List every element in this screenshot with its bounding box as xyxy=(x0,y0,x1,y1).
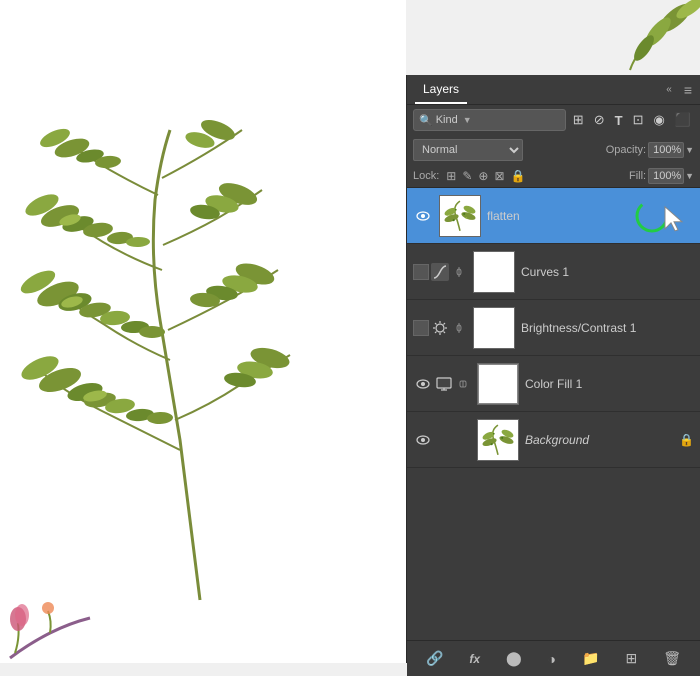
layer-adj-icon-brightness1 xyxy=(429,317,451,339)
filter-icon-text[interactable]: T xyxy=(612,111,626,130)
layer-item-colorfill1[interactable]: Color Fill 1 xyxy=(407,356,700,412)
blend-mode-select[interactable]: Normal xyxy=(413,139,523,161)
layers-panel: Layers « ≡ 🔍 Kind ▼ ⊞ ⊘ T ⊡ ◉ ⬛ Normal O… xyxy=(406,75,700,663)
lock-icon-paint[interactable]: ✎ xyxy=(461,168,473,184)
layer-adj-icon-curves1 xyxy=(429,261,451,283)
filter-dropdown-arrow: ▼ xyxy=(463,115,472,125)
layer-name-brightness1: Brightness/Contrast 1 xyxy=(521,321,694,335)
layer-checkbox-brightness1[interactable] xyxy=(413,320,429,336)
bottom-icon-mask[interactable]: ⬤ xyxy=(501,646,527,671)
layer-lock-background: 🔒 xyxy=(679,433,694,447)
layer-adj-icon-colorfill1 xyxy=(433,373,455,395)
lock-label: Lock: xyxy=(413,170,439,182)
layer-checkbox-curves1[interactable] xyxy=(413,264,429,280)
opacity-label: Opacity: xyxy=(606,144,646,156)
thumb-leaf-svg xyxy=(441,197,479,235)
layer-item-flatten[interactable]: flatten xyxy=(407,188,700,244)
layer-visibility-flatten[interactable] xyxy=(413,210,433,222)
layer-item-background[interactable]: Background 🔒 xyxy=(407,412,700,468)
opacity-control: Opacity: 100% ▼ xyxy=(606,142,694,158)
brightness-icon xyxy=(431,319,449,337)
bottom-icon-new[interactable]: ⊞ xyxy=(621,646,643,671)
layer-item-brightness1[interactable]: Brightness/Contrast 1 xyxy=(407,300,700,356)
blend-opacity-row: Normal Opacity: 100% ▼ xyxy=(407,135,700,165)
layer-thumb-flatten xyxy=(439,195,481,237)
panel-header: Layers « ≡ xyxy=(407,75,700,105)
eye-icon-flatten xyxy=(416,210,430,222)
layers-tab-label: Layers xyxy=(423,82,459,96)
layer-name-background: Background xyxy=(525,433,679,447)
tab-layers[interactable]: Layers xyxy=(415,75,467,104)
top-right-decoration xyxy=(600,0,700,75)
layer-link-curves1 xyxy=(451,264,467,280)
panel-tabs: Layers xyxy=(415,75,467,104)
link-icon-curves1 xyxy=(453,266,465,278)
layer-name-curves1: Curves 1 xyxy=(521,265,694,279)
cursor-arrow-icon xyxy=(662,204,686,232)
lock-icon-artboard[interactable]: ⊠ xyxy=(493,168,505,184)
bottom-decoration xyxy=(0,573,130,663)
curves-icon xyxy=(431,263,449,281)
layer-visibility-colorfill1[interactable] xyxy=(413,378,433,390)
bottom-icon-folder[interactable]: 📁 xyxy=(577,646,604,671)
layer-thumb-colorfill1 xyxy=(477,363,519,405)
fill-control: Fill: 100% ▼ xyxy=(629,168,694,184)
filter-icon-shape[interactable]: ⊡ xyxy=(630,110,647,130)
bottom-icon-link[interactable]: 🔗 xyxy=(421,646,448,671)
layer-thumb-background xyxy=(477,419,519,461)
link-icon-brightness1 xyxy=(453,322,465,334)
filter-icon-pixel[interactable]: ⬛ xyxy=(672,110,694,130)
layer-item-curves1[interactable]: Curves 1 xyxy=(407,244,700,300)
layer-name-colorfill1: Color Fill 1 xyxy=(525,377,694,391)
thumb-bg-leaf-svg xyxy=(479,421,517,459)
layers-list: flatten xyxy=(407,188,700,640)
filter-icon-adjust[interactable]: ⊘ xyxy=(591,110,608,130)
filter-icon-image[interactable]: ⊞ xyxy=(570,110,587,130)
fill-value[interactable]: 100% xyxy=(648,168,684,184)
panel-menu-icon[interactable]: ≡ xyxy=(684,82,692,98)
filter-row: 🔍 Kind ▼ ⊞ ⊘ T ⊡ ◉ ⬛ xyxy=(407,105,700,135)
eye-icon-colorfill1 xyxy=(416,378,430,390)
lock-row: Lock: ⊞ ✎ ⊕ ⊠ 🔒 Fill: 100% ▼ xyxy=(407,165,700,188)
bottom-icon-delete[interactable]: 🗑 xyxy=(658,646,686,671)
panel-collapse-arrows[interactable]: « xyxy=(666,84,672,95)
link-icon-colorfill1 xyxy=(457,378,469,390)
panel-bottom-toolbar: 🔗 fx ⬤ ◑ 📁 ⊞ 🗑 xyxy=(407,640,700,676)
canvas-area xyxy=(0,0,406,663)
leaf-illustration xyxy=(0,20,406,660)
opacity-value[interactable]: 100% xyxy=(648,142,684,158)
layer-link-colorfill1 xyxy=(455,376,471,392)
filter-icon-smart[interactable]: ◉ xyxy=(650,110,667,130)
layer-visibility-background[interactable] xyxy=(413,434,433,446)
filter-search-box[interactable]: 🔍 Kind ▼ xyxy=(413,109,566,131)
layer-thumb-curves1 xyxy=(473,251,515,293)
search-icon: 🔍 xyxy=(419,114,433,127)
bottom-icon-adjust[interactable]: ◑ xyxy=(543,647,561,671)
opacity-dropdown-arrow[interactable]: ▼ xyxy=(685,145,694,155)
monitor-icon xyxy=(435,375,453,393)
fill-dropdown-arrow[interactable]: ▼ xyxy=(685,171,694,181)
fill-label: Fill: xyxy=(629,170,646,182)
lock-icon-all[interactable]: 🔒 xyxy=(510,168,527,184)
filter-kind-label: Kind xyxy=(436,114,458,126)
bottom-icon-fx[interactable]: fx xyxy=(464,648,485,670)
layer-link-brightness1 xyxy=(451,320,467,336)
top-right-leaf-svg xyxy=(600,0,700,75)
lock-icon-transparency[interactable]: ⊞ xyxy=(445,168,457,184)
eye-icon-background xyxy=(416,434,430,446)
lock-icon-position[interactable]: ⊕ xyxy=(477,168,489,184)
layer-thumb-brightness1 xyxy=(473,307,515,349)
